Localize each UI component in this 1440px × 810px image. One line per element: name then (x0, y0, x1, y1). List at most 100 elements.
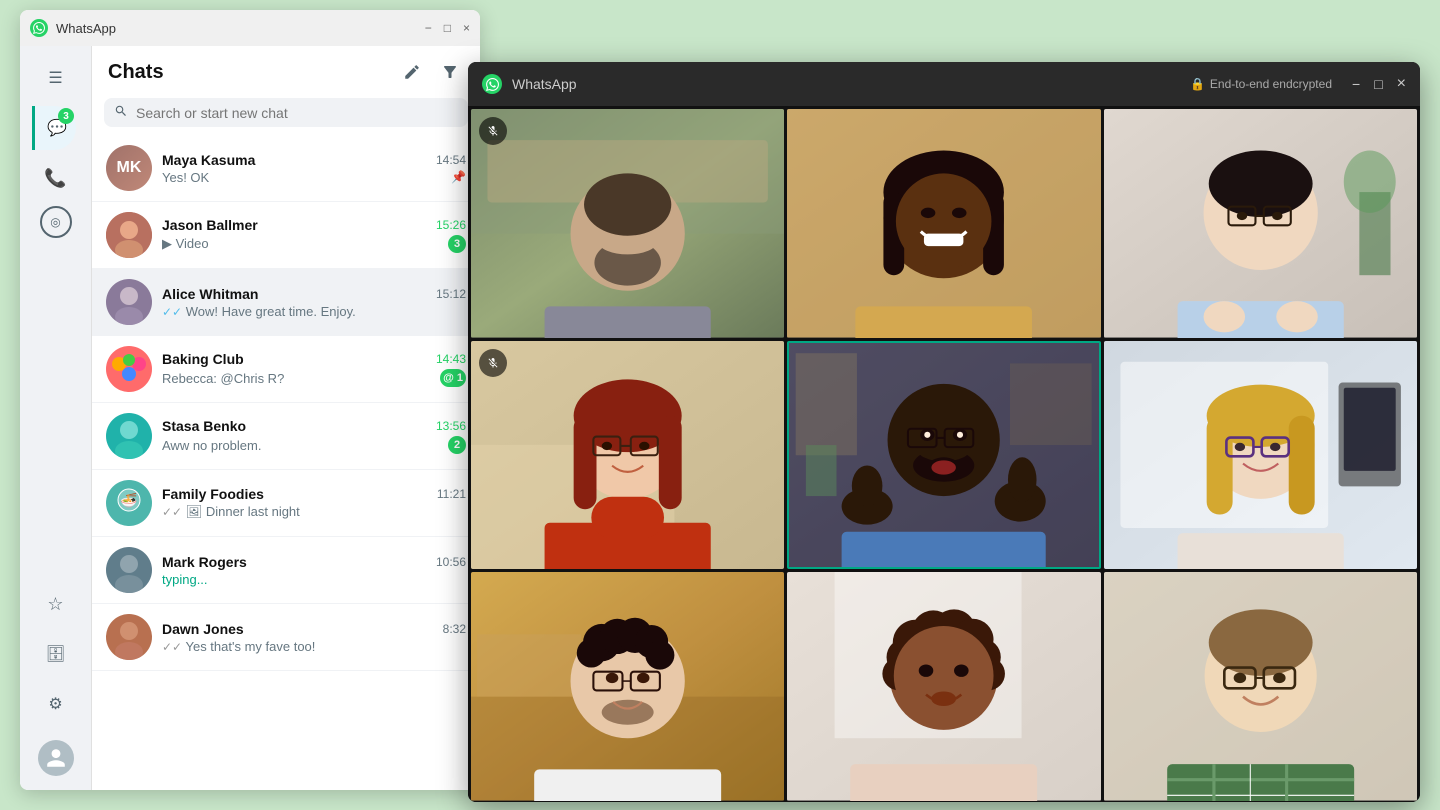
chat-preview-dawn: ✓✓ Yes that's my fave too! (162, 639, 315, 654)
encryption-label: 🔒 End-to-end endcrypted (1190, 77, 1332, 91)
filter-button[interactable] (436, 58, 464, 86)
chat-name-maya: Maya Kasuma (162, 152, 255, 168)
chat-info-stasa: Stasa Benko 13:56 Aww no problem. 2 (162, 418, 466, 454)
chat-item-mark[interactable]: Mark Rogers 10:56 typing... (92, 537, 480, 604)
avatar-baking (106, 346, 152, 392)
user-avatar[interactable] (38, 740, 74, 776)
video-call-window: WhatsApp 🔒 End-to-end endcrypted − □ × (468, 62, 1420, 802)
chat-time-alice: 15:12 (436, 287, 466, 301)
icon-sidebar: ☰ 💬 3 📞 ◎ ☆ 🗄 ⚙ (20, 46, 92, 790)
chat-name-baking: Baking Club (162, 351, 244, 367)
chat-time-mark: 10:56 (436, 555, 466, 569)
chat-time-maya: 14:54 (436, 153, 466, 167)
chat-preview-baking: Rebecca: @Chris R? (162, 371, 284, 386)
chat-time-dawn: 8:32 (443, 622, 466, 636)
app-title: WhatsApp (56, 21, 417, 36)
avatar-stasa (106, 413, 152, 459)
chat-preview-mark: typing... (162, 572, 208, 587)
avatar-family: 🍜 (106, 480, 152, 526)
chat-info-jason: Jason Ballmer 15:26 ▶ Video 3 (162, 217, 466, 253)
chat-item-dawn[interactable]: Dawn Jones 8:32 ✓✓ Yes that's my fave to… (92, 604, 480, 671)
sidebar-item-chats[interactable]: 💬 3 (32, 106, 76, 150)
chat-item-jason[interactable]: Jason Ballmer 15:26 ▶ Video 3 (92, 202, 480, 269)
chat-item-alice[interactable]: Alice Whitman 15:12 ✓✓ Wow! Have great t… (92, 269, 480, 336)
chat-panel: Chats (92, 46, 480, 790)
encrypted-text: End-to-end endcrypted (1210, 77, 1332, 91)
search-bar (104, 98, 468, 127)
video-cell-8 (787, 572, 1100, 801)
chat-item-family[interactable]: 🍜 Family Foodies 11:21 ✓✓ 🖼 Dinner last … (92, 470, 480, 537)
new-chat-button[interactable] (398, 58, 426, 86)
mute-indicator-1 (479, 117, 507, 145)
avatar-dawn (106, 614, 152, 660)
chat-name-dawn: Dawn Jones (162, 621, 244, 637)
chat-preview-stasa: Aww no problem. (162, 438, 261, 453)
chat-item-stasa[interactable]: Stasa Benko 13:56 Aww no problem. 2 (92, 403, 480, 470)
badge-baking: @ 1 (440, 369, 466, 387)
badge-jason: 3 (448, 235, 466, 253)
video-app-logo (482, 74, 502, 94)
avatar-jason (106, 212, 152, 258)
svg-text:🍜: 🍜 (120, 492, 137, 508)
chat-time-stasa: 13:56 (436, 419, 466, 433)
whatsapp-main-window: WhatsApp − □ × ☰ 💬 3 📞 ◎ ☆ 🗄 ⚙ (20, 10, 480, 790)
video-maximize-button[interactable]: □ (1374, 76, 1382, 92)
chat-preview-family: ✓✓ 🖼 Dinner last night (162, 504, 300, 520)
chat-preview-alice: ✓✓ Wow! Have great time. Enjoy. (162, 304, 356, 319)
chat-info-alice: Alice Whitman 15:12 ✓✓ Wow! Have great t… (162, 286, 466, 319)
chat-time-baking: 14:43 (436, 352, 466, 366)
chat-info-maya: Maya Kasuma 14:54 Yes! OK 📌 (162, 152, 466, 185)
video-cell-4 (471, 341, 784, 570)
chat-name-jason: Jason Ballmer (162, 217, 258, 233)
search-input[interactable] (136, 105, 458, 121)
video-cell-7 (471, 572, 784, 801)
video-cell-2 (787, 109, 1100, 338)
chat-name-mark: Mark Rogers (162, 554, 247, 570)
chat-preview-jason: ▶ Video (162, 236, 209, 252)
chat-time-family: 11:21 (437, 487, 466, 501)
minimize-button[interactable]: − (425, 21, 432, 35)
sidebar-item-archived[interactable]: 🗄 (34, 632, 78, 676)
search-icon (114, 104, 128, 121)
video-cell-1 (471, 109, 784, 338)
chat-item-maya[interactable]: MK Maya Kasuma 14:54 Yes! OK 📌 (92, 135, 480, 202)
chat-time-jason: 15:26 (436, 218, 466, 232)
badge-stasa: 2 (448, 436, 466, 454)
sidebar-item-settings[interactable]: ⚙ (34, 682, 78, 726)
video-cell-5 (787, 341, 1100, 570)
chat-info-baking: Baking Club 14:43 Rebecca: @Chris R? @ 1 (162, 351, 466, 387)
app-logo (30, 19, 48, 37)
sidebar-item-starred[interactable]: ☆ (34, 582, 78, 626)
avatar-alice (106, 279, 152, 325)
video-close-button[interactable]: × (1397, 75, 1406, 93)
video-grid (468, 106, 1420, 802)
chat-preview-maya: Yes! OK (162, 170, 209, 185)
header-action-icons (398, 58, 464, 86)
video-cell-3 (1104, 109, 1417, 338)
chat-item-baking[interactable]: Baking Club 14:43 Rebecca: @Chris R? @ 1 (92, 336, 480, 403)
sidebar-item-calls[interactable]: 📞 (34, 156, 78, 200)
close-button[interactable]: × (463, 21, 470, 35)
sidebar-item-status[interactable]: ◎ (40, 206, 72, 238)
chat-name-family: Family Foodies (162, 486, 264, 502)
chat-info-family: Family Foodies 11:21 ✓✓ 🖼 Dinner last ni… (162, 486, 466, 520)
window-controls: − □ × (425, 21, 470, 35)
chat-name-alice: Alice Whitman (162, 286, 258, 302)
maximize-button[interactable]: □ (444, 21, 451, 35)
avatar-mark (106, 547, 152, 593)
video-window-controls: − □ × (1352, 75, 1406, 93)
pin-icon-maya: 📌 (451, 170, 466, 184)
mute-indicator-4 (479, 349, 507, 377)
video-cell-6 (1104, 341, 1417, 570)
titlebar: WhatsApp − □ × (20, 10, 480, 46)
video-minimize-button[interactable]: − (1352, 76, 1360, 92)
chats-title: Chats (108, 61, 164, 84)
video-cell-9 (1104, 572, 1417, 801)
sidebar-item-menu[interactable]: ☰ (34, 56, 78, 100)
chat-name-stasa: Stasa Benko (162, 418, 246, 434)
video-titlebar: WhatsApp 🔒 End-to-end endcrypted − □ × (468, 62, 1420, 106)
chat-list: MK Maya Kasuma 14:54 Yes! OK 📌 (92, 135, 480, 790)
avatar-maya: MK (106, 145, 152, 191)
chat-header: Chats (92, 46, 480, 94)
chat-info-dawn: Dawn Jones 8:32 ✓✓ Yes that's my fave to… (162, 621, 466, 654)
